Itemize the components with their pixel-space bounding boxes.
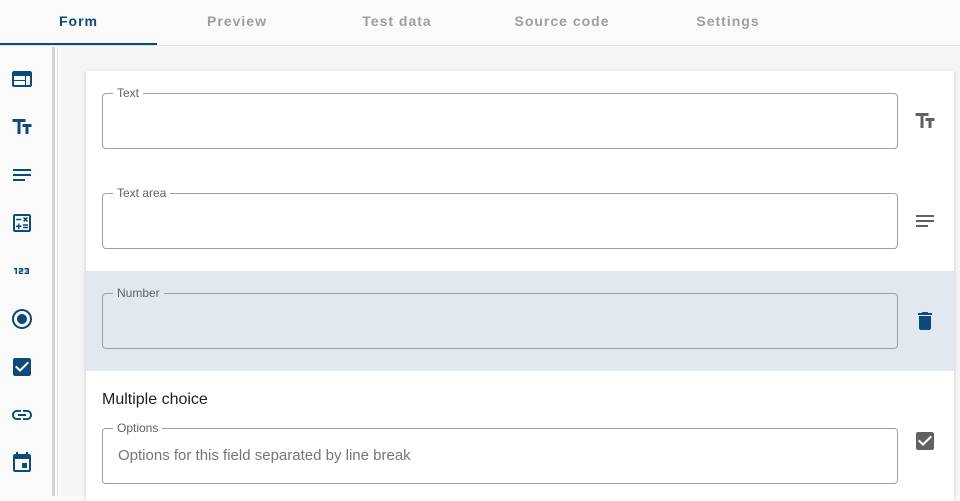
number-field[interactable]: Number [102, 286, 898, 349]
text-field[interactable]: Text [102, 86, 898, 149]
field-toolbar [0, 47, 58, 496]
active-tab-indicator [0, 43, 157, 45]
calculator-icon[interactable] [9, 210, 35, 236]
text-fields-icon[interactable] [9, 114, 35, 140]
form-row-text[interactable]: Text [86, 71, 954, 171]
number-field-label: Number [113, 286, 164, 300]
notes-icon[interactable] [9, 162, 35, 188]
web-layout-icon[interactable] [9, 66, 35, 92]
options-field-input[interactable] [118, 447, 878, 464]
toolbar-scrollbar[interactable] [52, 47, 55, 496]
form-row-text-area[interactable]: Text area [86, 171, 954, 271]
tab-preview[interactable]: Preview [157, 0, 317, 46]
tab-source-code[interactable]: Source code [477, 0, 647, 46]
text-area-field[interactable]: Text area [102, 186, 898, 249]
text-field-label: Text [113, 86, 144, 100]
tab-test-data[interactable]: Test data [317, 0, 477, 46]
form-row-multiple-choice[interactable]: Multiple choice Options [86, 371, 954, 501]
checkbox-icon[interactable] [9, 354, 35, 380]
tab-bar: Form Preview Test data Source code Setti… [0, 0, 960, 46]
form-card: Text Text area Number Multiple choice Op… [86, 71, 954, 501]
radio-button-icon[interactable] [9, 306, 35, 332]
tab-form[interactable]: Form [0, 0, 157, 46]
text-area-field-input[interactable] [118, 212, 878, 229]
notes-icon [912, 208, 938, 234]
text-field-input[interactable] [118, 112, 878, 129]
numbers-123-icon[interactable] [9, 258, 35, 284]
link-icon[interactable] [9, 402, 35, 428]
options-field[interactable]: Options [102, 421, 898, 484]
tab-settings[interactable]: Settings [647, 0, 809, 46]
text-area-field-label: Text area [113, 186, 171, 200]
form-row-number[interactable]: Number [86, 271, 954, 371]
options-field-label: Options [113, 421, 163, 435]
text-fields-icon [912, 108, 938, 134]
delete-icon[interactable] [912, 308, 938, 334]
multiple-choice-title: Multiple choice [102, 391, 208, 408]
checkbox-icon[interactable] [912, 428, 938, 454]
number-field-input[interactable] [118, 312, 878, 329]
calendar-icon[interactable] [9, 450, 35, 476]
